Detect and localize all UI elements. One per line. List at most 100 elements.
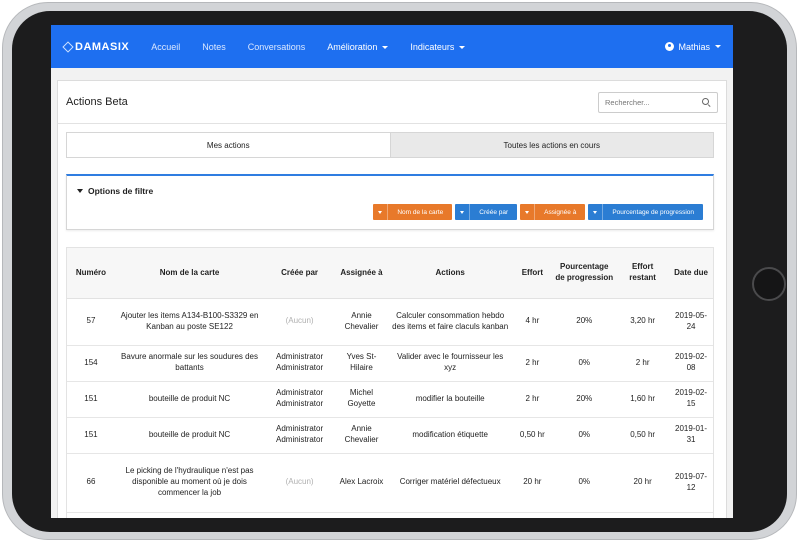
cell-date: 2019-02-15 bbox=[669, 381, 713, 418]
table-row[interactable]: 57 Ajouter les items A134-B100-S3329 en … bbox=[67, 298, 713, 346]
cell-pourcentage: 20% bbox=[552, 381, 617, 418]
cell-restant: 20 hr bbox=[616, 453, 670, 513]
filter-toggle[interactable]: Options de filtre bbox=[77, 186, 153, 196]
brand-logo[interactable]: DAMASIX bbox=[63, 41, 129, 53]
cell-pourcentage: 0% bbox=[552, 345, 617, 382]
cell-creee: Administrator Administrator bbox=[264, 381, 336, 418]
cell-assignee: Alex Lacroix bbox=[335, 453, 388, 513]
actions-table: Numéro Nom de la carte Créée par Assigné… bbox=[67, 248, 713, 513]
cell-date: 2019-07-12 bbox=[669, 453, 713, 513]
caret-down-icon bbox=[77, 189, 83, 193]
filter-button-label: Assignée à bbox=[544, 208, 577, 216]
filter-button-label: Pourcentage de progression bbox=[612, 208, 694, 216]
cell-assignee: Annie Chevalier bbox=[335, 298, 388, 346]
column-header-creee[interactable]: Créée par bbox=[264, 248, 336, 299]
cell-nom: bouteille de produit NC bbox=[114, 417, 265, 454]
column-header-effort[interactable]: Effort bbox=[512, 248, 553, 299]
nav-dropdown-amelioration[interactable]: Amélioration bbox=[327, 41, 389, 52]
user-menu[interactable]: Mathias bbox=[665, 42, 721, 52]
table-row[interactable]: 151 bouteille de produit NC Administrato… bbox=[67, 417, 713, 454]
cell-creee: (Aucun) bbox=[264, 298, 336, 346]
column-header-pourcentage[interactable]: Pourcentage de progression bbox=[552, 248, 617, 299]
table-header-row: Numéro Nom de la carte Créée par Assigné… bbox=[67, 248, 713, 299]
column-header-date[interactable]: Date due bbox=[669, 248, 713, 299]
cell-effort: 4 hr bbox=[512, 298, 553, 346]
page-title: Actions Beta bbox=[66, 96, 128, 108]
table-row[interactable]: 154 Bavure anormale sur les soudures des… bbox=[67, 345, 713, 382]
cell-action: Corriger matériel défectueux bbox=[387, 453, 513, 513]
column-header-numero[interactable]: Numéro bbox=[67, 248, 115, 299]
cell-assignee: Annie Chevalier bbox=[335, 417, 388, 454]
cell-nom: Bavure anormale sur les soudures des bat… bbox=[114, 345, 265, 382]
user-name: Mathias bbox=[678, 41, 710, 52]
table-row[interactable]: 66 Le picking de l'hydraulique n'est pas… bbox=[67, 453, 713, 513]
cell-restant: 0,50 hr bbox=[616, 417, 670, 454]
filter-button-assignee[interactable]: Assignée à bbox=[520, 204, 586, 220]
cell-action: modification étiquette bbox=[387, 417, 513, 454]
cell-assignee: Michel Goyette bbox=[335, 381, 388, 418]
cell-numero: 151 bbox=[67, 381, 115, 418]
home-button[interactable] bbox=[752, 267, 786, 301]
nav-dropdown-indicateurs-label: Indicateurs bbox=[410, 41, 455, 52]
cell-creee: (Aucun) bbox=[264, 453, 336, 513]
filter-title: Options de filtre bbox=[88, 186, 154, 196]
search-box[interactable] bbox=[598, 91, 718, 113]
cell-numero: 154 bbox=[67, 345, 115, 382]
filter-button-label: Créée par bbox=[479, 208, 509, 216]
cell-pourcentage: 0% bbox=[552, 417, 617, 454]
chevron-down-icon bbox=[382, 45, 389, 49]
cell-date: 2019-05-24 bbox=[669, 298, 713, 346]
cell-creee: Administrator Administrator bbox=[264, 417, 336, 454]
tab-mes-actions[interactable]: Mes actions bbox=[67, 133, 390, 157]
cell-effort: 0,50 hr bbox=[512, 417, 553, 454]
nav-link-accueil[interactable]: Accueil bbox=[151, 42, 180, 52]
cell-pourcentage: 20% bbox=[552, 298, 617, 346]
logo-mark-icon bbox=[63, 42, 72, 51]
filter-button-nom-carte[interactable]: Nom de la carte bbox=[373, 204, 453, 220]
filter-panel: Options de filtre Nom de la carte Créée … bbox=[66, 174, 714, 230]
search-input[interactable] bbox=[605, 97, 702, 107]
cell-numero: 57 bbox=[67, 298, 115, 346]
cell-numero: 151 bbox=[67, 417, 115, 454]
actions-card: Actions Beta Mes actions Toutes les acti… bbox=[57, 80, 727, 518]
cell-date: 2019-01-31 bbox=[669, 417, 713, 454]
cell-creee: Administrator Administrator bbox=[264, 345, 336, 382]
column-header-nom[interactable]: Nom de la carte bbox=[114, 248, 265, 299]
tab-toutes-les-actions[interactable]: Toutes les actions en cours bbox=[389, 133, 713, 157]
cell-effort: 2 hr bbox=[512, 381, 553, 418]
chevron-down-icon bbox=[715, 45, 721, 48]
cell-effort: 2 hr bbox=[512, 345, 553, 382]
user-icon bbox=[665, 42, 675, 51]
cell-pourcentage: 0% bbox=[552, 453, 617, 513]
caret-down-icon bbox=[588, 204, 604, 220]
nav-dropdown-amelioration-label: Amélioration bbox=[327, 41, 378, 52]
table-row[interactable]: 151 bouteille de produit NC Administrato… bbox=[67, 381, 713, 418]
navbar: DAMASIX Accueil Notes Conversations Amél… bbox=[51, 25, 733, 68]
nav-link-notes[interactable]: Notes bbox=[202, 42, 226, 52]
column-header-restant[interactable]: Effort restant bbox=[616, 248, 670, 299]
cell-numero: 66 bbox=[67, 453, 115, 513]
chevron-down-icon bbox=[459, 45, 466, 49]
search-icon[interactable] bbox=[702, 97, 711, 107]
cell-action: Calculer consommation hebdo des items et… bbox=[387, 298, 513, 346]
filter-button-pourcentage[interactable]: Pourcentage de progression bbox=[588, 204, 703, 220]
cell-action: Valider avec le fournisseur les xyz bbox=[387, 345, 513, 382]
card-header: Actions Beta bbox=[58, 81, 726, 124]
cell-effort: 20 hr bbox=[512, 453, 553, 513]
cell-restant: 1,60 hr bbox=[616, 381, 670, 418]
cell-assignee: Yves St-Hilaire bbox=[335, 345, 388, 382]
column-header-actions[interactable]: Actions bbox=[387, 248, 513, 299]
cell-restant: 3,20 hr bbox=[616, 298, 670, 346]
cell-nom: bouteille de produit NC bbox=[114, 381, 265, 418]
caret-down-icon bbox=[520, 204, 536, 220]
tabs: Mes actions Toutes les actions en cours bbox=[66, 132, 714, 158]
nav-link-conversations[interactable]: Conversations bbox=[248, 42, 306, 52]
column-header-assignee[interactable]: Assignée à bbox=[335, 248, 388, 299]
caret-down-icon bbox=[455, 204, 471, 220]
filter-button-label: Nom de la carte bbox=[397, 208, 444, 216]
filter-button-creee-par[interactable]: Créée par bbox=[455, 204, 518, 220]
nav-dropdown-indicateurs[interactable]: Indicateurs bbox=[410, 41, 466, 52]
caret-down-icon bbox=[373, 204, 389, 220]
cell-restant: 2 hr bbox=[616, 345, 670, 382]
actions-table-container: Numéro Nom de la carte Créée par Assigné… bbox=[66, 247, 714, 518]
